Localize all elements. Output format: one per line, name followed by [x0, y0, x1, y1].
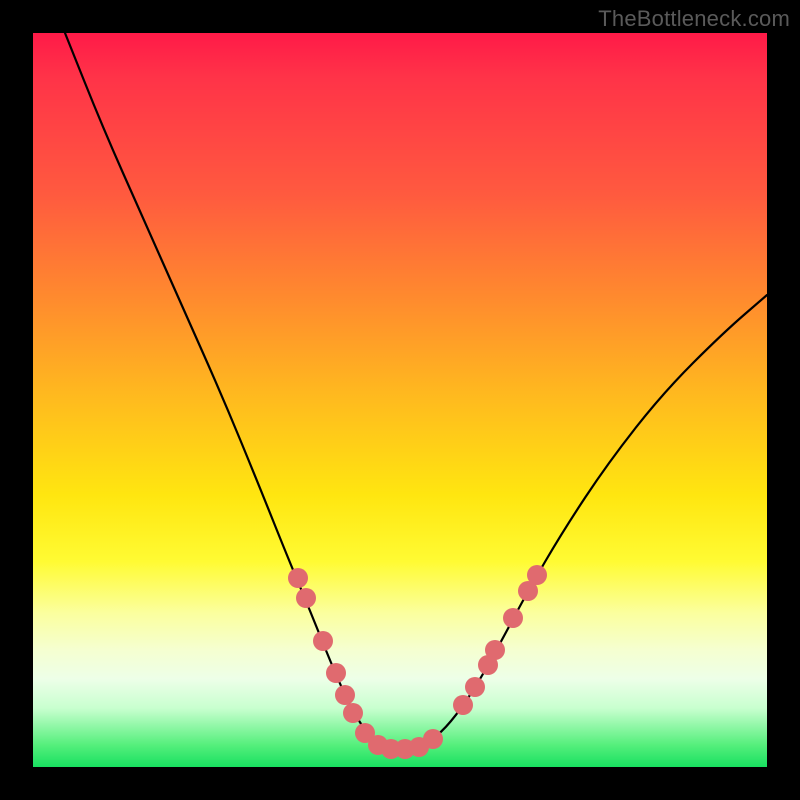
- marker-dot: [326, 663, 346, 683]
- marker-dot: [296, 588, 316, 608]
- marker-dot: [423, 729, 443, 749]
- marker-dot: [485, 640, 505, 660]
- bottleneck-curve: [65, 33, 767, 748]
- marker-dot: [453, 695, 473, 715]
- marker-dot: [343, 703, 363, 723]
- marker-dot: [465, 677, 485, 697]
- watermark-text: TheBottleneck.com: [598, 6, 790, 32]
- marker-dot: [335, 685, 355, 705]
- marker-dot: [503, 608, 523, 628]
- plot-area: [33, 33, 767, 767]
- chart-svg: [33, 33, 767, 767]
- outer-frame: TheBottleneck.com: [0, 0, 800, 800]
- marker-group: [288, 565, 547, 759]
- marker-dot: [313, 631, 333, 651]
- marker-dot: [527, 565, 547, 585]
- marker-dot: [288, 568, 308, 588]
